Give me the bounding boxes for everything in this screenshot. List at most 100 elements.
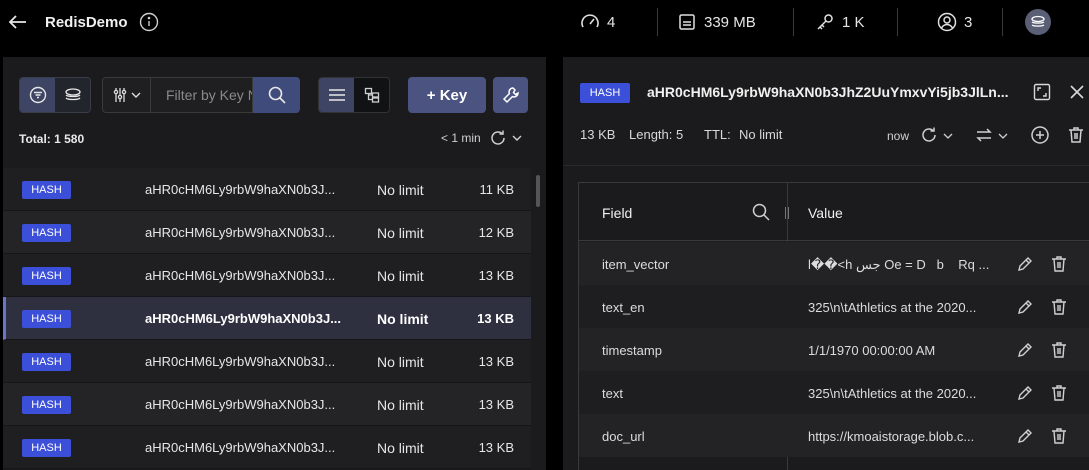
stat-value: 1 K [842, 13, 865, 31]
key-name: aHR0cHM6Ly9rbW9haXN0b3J... [145, 354, 336, 369]
type-badge: HASH [22, 181, 71, 199]
field-value: 325\n\tAthletics at the 2020... [808, 300, 977, 315]
trash-icon[interactable] [1050, 298, 1068, 316]
field-value: l��<h جس Oe = D b Rq ... [808, 257, 990, 272]
field-value: 325\n\tAthletics at the 2020... [808, 386, 977, 401]
table-row: doc_url https://kmoaistorage.blob.c... [579, 414, 1089, 457]
column-header-field[interactable]: Field [602, 205, 632, 221]
key-row[interactable]: HASH aHR0cHM6Ly9rbW9haXN0b3J... No limit… [3, 426, 531, 469]
back-arrow-icon[interactable] [6, 10, 30, 34]
sliders-icon [113, 88, 126, 102]
key-ttl: No limit [377, 182, 424, 198]
key-row[interactable]: HASH aHR0cHM6Ly9rbW9haXN0b3J... No limit… [3, 254, 531, 297]
table-row: text_en 325\n\tAthletics at the 2020... [579, 285, 1089, 328]
type-badge: HASH [580, 83, 630, 103]
chevron-down-icon[interactable] [943, 125, 953, 145]
search-button[interactable] [253, 77, 300, 113]
close-icon[interactable] [1068, 83, 1086, 101]
table-row: text 325\n\tAthletics at the 2020... [579, 371, 1089, 414]
refresh-icon[interactable] [919, 125, 939, 145]
key-row[interactable]: HASH aHR0cHM6Ly9rbW9haXN0b3J... No limit… [3, 383, 531, 426]
key-type-select[interactable] [102, 77, 150, 113]
search-icon[interactable] [752, 203, 770, 221]
key-row[interactable]: HASH aHR0cHM6Ly9rbW9haXN0b3J... No limit… [3, 340, 531, 383]
list-icon [328, 89, 345, 101]
type-badge: HASH [22, 353, 71, 371]
key-ttl: No limit [377, 354, 424, 370]
ttl-label: TTL: [704, 127, 731, 142]
key-ttl: No limit [377, 268, 424, 284]
key-size: 13 KB [478, 354, 514, 369]
memory-stat: 339 MB [677, 12, 756, 32]
vector-search-button[interactable] [55, 78, 90, 112]
vector-search-icon [64, 88, 81, 101]
info-icon[interactable] [139, 12, 159, 32]
gauge-icon [581, 14, 599, 28]
edit-icon[interactable] [1016, 384, 1034, 402]
trash-icon[interactable] [1050, 341, 1068, 359]
key-row-selected[interactable]: HASH aHR0cHM6Ly9rbW9haXN0b3J... No limit… [3, 297, 531, 340]
list-view-button[interactable] [319, 78, 354, 112]
key-details-panel: HASH aHR0cHM6Ly9rbW9haXN0b3JhZ2UuYmxvYi5… [563, 57, 1089, 470]
key-browser-panel: + Key Total: 1 580 < 1 min HASH aHR0cHM6… [3, 57, 546, 470]
key-size: 13 KB [477, 311, 514, 326]
table-row: timestamp 1/1/1970 00:00:00 AM [579, 328, 1089, 371]
key-ttl: No limit [377, 397, 424, 413]
wrench-icon [502, 87, 519, 104]
stat-value: 3 [964, 13, 973, 31]
key-name-title[interactable]: aHR0cHM6Ly9rbW9haXN0b3JhZ2UuYmxvYi5jb3Jl… [647, 84, 1009, 100]
type-badge: HASH [22, 439, 71, 457]
chevron-down-icon[interactable] [512, 134, 522, 142]
key-ttl: No limit [377, 311, 429, 327]
tree-view-button[interactable] [354, 78, 389, 112]
field-name: item_vector [602, 257, 670, 272]
chevron-down-icon [131, 92, 140, 98]
key-row[interactable]: HASH aHR0cHM6Ly9rbW9haXN0b3J... No limit… [3, 168, 531, 211]
key-size: 13 KB [478, 268, 514, 283]
edit-icon[interactable] [1016, 255, 1034, 273]
field-name: text_en [602, 300, 645, 315]
key-name: aHR0cHM6Ly9rbW9haXN0b3J... [145, 311, 342, 326]
key-ttl: No limit [377, 440, 424, 456]
refresh-icon[interactable] [489, 129, 507, 147]
pattern-filter-button[interactable] [20, 78, 55, 112]
avatar[interactable] [1025, 9, 1051, 35]
add-field-icon[interactable] [1030, 125, 1050, 145]
ttl-value[interactable]: No limit [739, 127, 782, 142]
key-name: aHR0cHM6Ly9rbW9haXN0b3J... [145, 268, 336, 283]
keys-stat: 1 K [815, 12, 865, 32]
last-refresh: now [887, 129, 910, 143]
add-key-button[interactable]: + Key [408, 77, 486, 113]
search-input[interactable] [150, 77, 253, 113]
trash-icon[interactable] [1050, 427, 1068, 445]
memory-icon [679, 14, 695, 30]
key-icon [817, 14, 833, 30]
delete-key-icon[interactable] [1066, 125, 1086, 145]
type-badge: HASH [22, 396, 71, 414]
scrollbar-thumb[interactable] [536, 175, 540, 207]
trash-icon[interactable] [1050, 384, 1068, 402]
edit-icon[interactable] [1016, 341, 1034, 359]
key-size: 11 KB [479, 182, 514, 197]
search-icon [268, 86, 286, 104]
edit-icon[interactable] [1016, 298, 1034, 316]
field-name: timestamp [602, 343, 662, 358]
chevron-down-icon[interactable] [998, 125, 1008, 145]
field-value: https://kmoaistorage.blob.c... [808, 429, 975, 444]
redis-logo-icon [1031, 15, 1045, 27]
key-size: 13 KB [580, 127, 616, 142]
trash-icon[interactable] [1050, 255, 1068, 273]
key-size: 12 KB [478, 225, 514, 240]
cpu-stat: 4 [580, 12, 615, 32]
stat-value: 4 [607, 13, 616, 31]
format-switch-icon[interactable] [974, 125, 994, 145]
key-row[interactable]: HASH aHR0cHM6Ly9rbW9haXN0b3J... No limit… [3, 211, 531, 254]
bulk-actions-button[interactable] [493, 77, 528, 113]
key-size: 13 KB [478, 440, 514, 455]
expand-icon[interactable] [1033, 83, 1051, 101]
edit-icon[interactable] [1016, 427, 1034, 445]
key-ttl: No limit [377, 225, 424, 241]
hash-fields-table: Field Value item_vector l��<h جس Oe = D … [578, 182, 1089, 470]
field-name: text [602, 386, 623, 401]
clients-stat: 3 [937, 12, 972, 32]
